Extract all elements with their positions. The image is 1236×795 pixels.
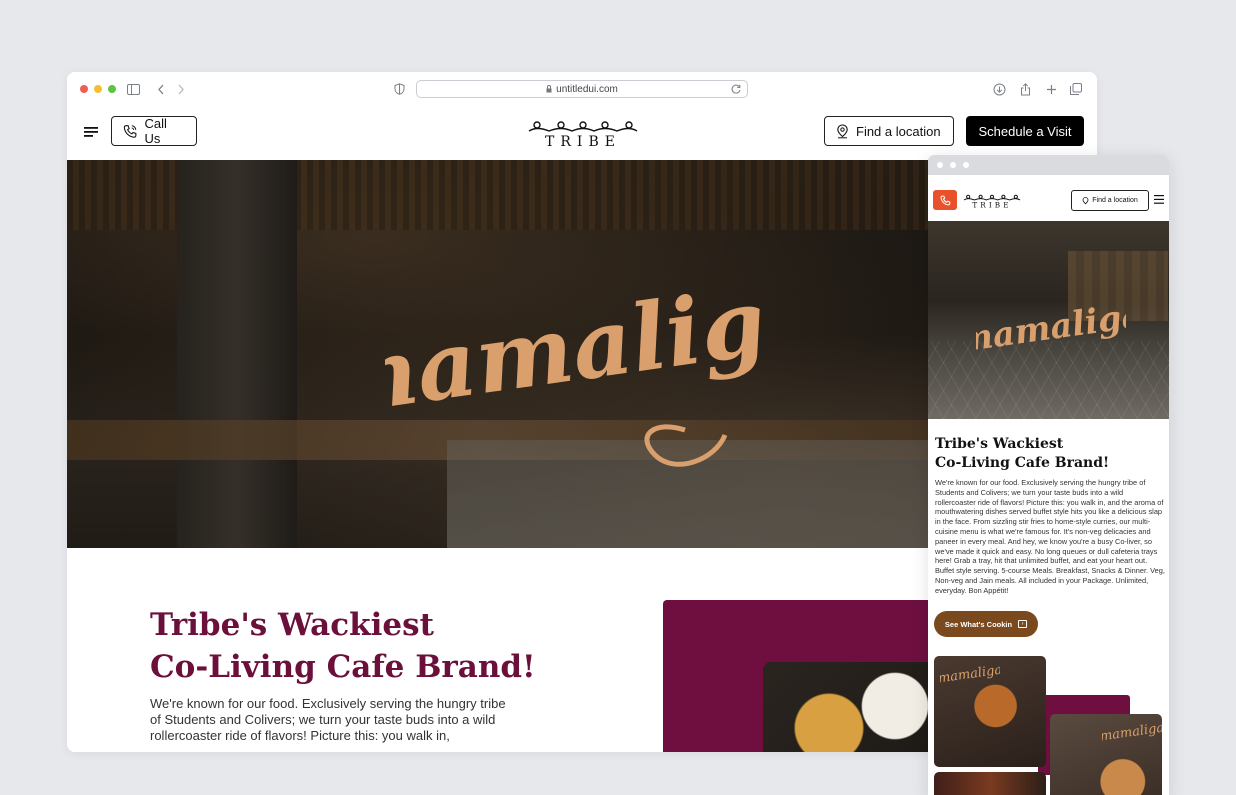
tribe-logo[interactable]: TRIBE <box>527 120 639 148</box>
mobile-find-location-button[interactable]: Find a location <box>1071 190 1149 211</box>
logo-wordmark: TRIBE <box>545 134 621 148</box>
find-location-label: Find a location <box>856 123 941 139</box>
heading-line-1: Tribe's Wackiest <box>150 607 434 643</box>
menu-card-3[interactable] <box>934 772 1046 795</box>
schedule-visit-button[interactable]: Schedule a Visit <box>966 116 1084 146</box>
reload-icon[interactable] <box>730 83 742 95</box>
address-bar[interactable]: untitledui.com <box>416 80 748 98</box>
browser-toolbar: untitledui.com <box>67 72 1097 106</box>
menu-card-2[interactable]: mamaliga <box>1050 714 1162 795</box>
phone-icon <box>940 195 950 205</box>
privacy-shield-icon[interactable] <box>391 81 407 97</box>
cta-label: See What's Cookin <box>944 619 1013 629</box>
heading-line-2: Co-Living Cafe Brand! <box>150 649 536 685</box>
mobile-heading-line-1: Tribe's Wackiest <box>935 436 1064 452</box>
close-window-button[interactable] <box>80 85 88 93</box>
card-script-logo: mamaliga <box>940 663 1000 686</box>
mobile-maximize-dot[interactable] <box>963 162 969 168</box>
download-icon[interactable] <box>991 81 1007 97</box>
mobile-heading-line-2: Co-Living Cafe Brand! <box>935 455 1110 471</box>
mobile-hero-image: mamaliga <box>928 221 1169 419</box>
see-whats-cookin-button[interactable]: See What's Cookin › <box>934 611 1038 637</box>
window-controls <box>80 85 116 93</box>
site-header: Call Us TRIBE Find a location Schedule a… <box>67 106 1097 160</box>
card-script-logo: mamaliga <box>1102 721 1162 744</box>
mobile-hamburger-icon[interactable] <box>1154 195 1164 204</box>
mamaliga-script-logo: mamaliga <box>385 259 765 467</box>
tab-overview-icon[interactable] <box>1068 81 1084 97</box>
svg-text:mamaliga: mamaliga <box>976 295 1126 361</box>
mobile-find-location-label: Find a location <box>1092 197 1138 204</box>
sidebar-toggle-icon[interactable] <box>125 81 141 97</box>
maximize-window-button[interactable] <box>108 85 116 93</box>
call-us-button[interactable]: Call Us <box>111 116 197 146</box>
svg-text:TRIBE: TRIBE <box>972 201 1011 209</box>
section-heading: Tribe's Wackiest Co-Living Cafe Brand! <box>150 604 620 688</box>
find-location-button[interactable]: Find a location <box>824 116 954 146</box>
location-pin-icon <box>1082 196 1089 204</box>
arrow-box-icon: › <box>1018 620 1028 628</box>
url-text: untitledui.com <box>556 83 618 95</box>
mobile-paragraph-1: We're known for our food. Exclusively se… <box>935 478 1164 566</box>
svg-text:mamaliga: mamaliga <box>940 663 1000 686</box>
share-icon[interactable] <box>1017 81 1033 97</box>
call-us-label: Call Us <box>144 116 167 146</box>
new-tab-icon[interactable] <box>1043 81 1059 97</box>
mobile-preview-window: TRIBE Find a location mamaliga Tribe's W… <box>928 155 1169 795</box>
schedule-visit-label: Schedule a Visit <box>978 123 1072 139</box>
location-pin-icon <box>837 123 848 138</box>
menu-card-1[interactable]: mamaliga <box>934 656 1046 767</box>
mobile-site-header: TRIBE Find a location <box>928 175 1169 221</box>
hamburger-menu-icon[interactable] <box>84 127 98 137</box>
mobile-section-heading: Tribe's Wackiest Co-Living Cafe Brand! <box>935 435 1163 473</box>
mobile-call-button[interactable] <box>933 190 957 210</box>
minimize-window-button[interactable] <box>94 85 102 93</box>
mobile-mamaliga-script-logo: mamaliga <box>976 295 1126 361</box>
mobile-window-toolbar <box>928 155 1169 175</box>
forward-icon[interactable] <box>173 81 189 97</box>
phone-icon <box>123 124 137 138</box>
back-icon[interactable] <box>153 81 169 97</box>
mobile-close-dot[interactable] <box>937 162 943 168</box>
lock-icon <box>546 85 552 93</box>
intro-paragraph: We're known for our food. Exclusively se… <box>150 696 506 743</box>
mobile-intro-text: We're known for our food. Exclusively se… <box>935 478 1165 596</box>
svg-text:mamaliga: mamaliga <box>385 259 765 437</box>
mobile-minimize-dot[interactable] <box>950 162 956 168</box>
mobile-paragraph-2: Buffet style serving. 5-course Meals. Br… <box>935 566 1165 595</box>
svg-text:mamaliga: mamaliga <box>1102 721 1162 744</box>
mobile-tribe-logo[interactable]: TRIBE <box>963 194 1021 209</box>
